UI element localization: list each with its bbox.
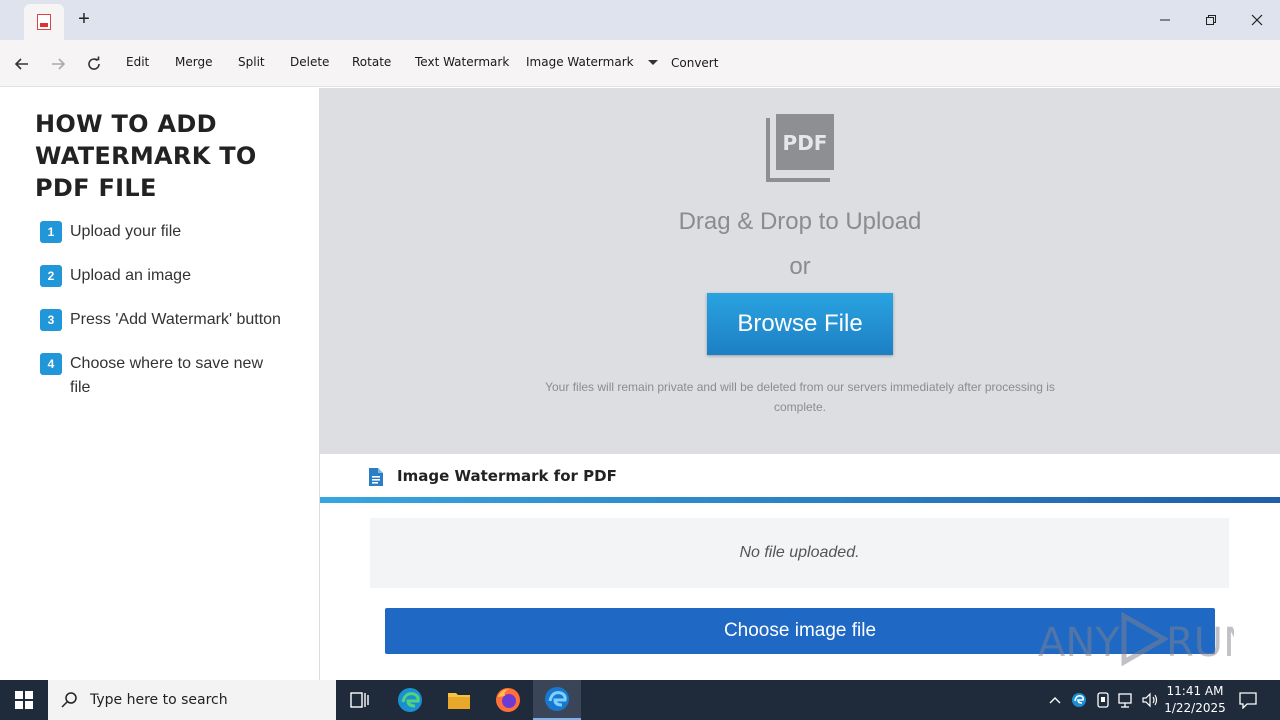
svg-text:RUN: RUN bbox=[1166, 620, 1234, 666]
menu-convert[interactable]: Convert bbox=[671, 55, 718, 71]
convert-dropdown-caret-icon[interactable] bbox=[648, 60, 658, 65]
forward-arrow-icon[interactable] bbox=[47, 53, 69, 75]
step-number-badge: 2 bbox=[40, 265, 62, 287]
svg-text:PDF: PDF bbox=[783, 131, 828, 155]
step-text: Choose where to save new file bbox=[70, 355, 263, 396]
browser-titlebar: + bbox=[0, 0, 1280, 40]
step-text: Press 'Add Watermark' button bbox=[70, 311, 281, 328]
menu-edit[interactable]: Edit bbox=[126, 54, 149, 70]
step-item: 1 Upload your file bbox=[40, 220, 285, 244]
file-status: No file uploaded. bbox=[370, 518, 1229, 588]
reload-icon[interactable] bbox=[83, 53, 105, 75]
edge-active-app-icon[interactable] bbox=[533, 680, 581, 720]
step-item: 3 Press 'Add Watermark' button bbox=[40, 308, 285, 332]
or-text: or bbox=[789, 253, 811, 280]
system-clock[interactable]: 11:41 AM 1/22/2025 bbox=[1162, 683, 1228, 717]
step-item: 2 Upload an image bbox=[40, 264, 285, 288]
instructions-panel: HOW TO ADD WATERMARK TO PDF FILE 1 Uploa… bbox=[0, 88, 320, 680]
document-icon bbox=[369, 468, 383, 486]
search-icon bbox=[61, 692, 77, 708]
menu-rotate[interactable]: Rotate bbox=[352, 54, 391, 70]
menu-delete[interactable]: Delete bbox=[290, 54, 329, 70]
step-item: 4 Choose where to save new file bbox=[40, 352, 285, 400]
anyrun-logo: ANY RUN bbox=[1038, 606, 1234, 672]
device-tray-icon[interactable] bbox=[1092, 680, 1114, 720]
windows-start-icon[interactable] bbox=[0, 680, 48, 720]
browse-file-button[interactable]: Browse File bbox=[707, 293, 893, 355]
step-number-badge: 4 bbox=[40, 353, 62, 375]
pdf-file-icon: PDF bbox=[766, 114, 834, 182]
firefox-icon[interactable] bbox=[484, 680, 532, 720]
menu-split[interactable]: Split bbox=[238, 54, 265, 70]
new-tab-icon[interactable]: + bbox=[74, 8, 94, 32]
drag-drop-text: Drag & Drop to Upload bbox=[678, 208, 922, 235]
edge-browser-icon[interactable] bbox=[386, 680, 434, 720]
browser-tab[interactable] bbox=[24, 4, 64, 40]
app-toolbar: Edit Merge Split Delete Rotate Text Wate… bbox=[0, 40, 1280, 87]
clock-time: 11:41 AM bbox=[1166, 684, 1224, 698]
close-icon[interactable] bbox=[1242, 6, 1272, 34]
volume-icon[interactable] bbox=[1140, 680, 1162, 720]
restore-icon[interactable] bbox=[1196, 6, 1226, 34]
clock-date: 1/22/2025 bbox=[1164, 701, 1226, 715]
section-title: Image Watermark for PDF bbox=[397, 467, 617, 485]
notification-icon[interactable] bbox=[1234, 680, 1262, 720]
menu-image-watermark[interactable]: Image Watermark bbox=[526, 54, 634, 70]
network-icon[interactable] bbox=[1116, 680, 1138, 720]
section-header: Image Watermark for PDF bbox=[320, 454, 1280, 498]
upload-dropzone[interactable]: PDF Drag & Drop to Upload or Browse File… bbox=[320, 88, 1280, 454]
privacy-notice: Your files will remain private and will … bbox=[545, 380, 1055, 414]
search-placeholder: Type here to search bbox=[90, 692, 228, 708]
back-arrow-icon[interactable] bbox=[11, 53, 33, 75]
file-explorer-icon[interactable] bbox=[435, 680, 483, 720]
step-number-badge: 1 bbox=[40, 221, 62, 243]
edge-tray-icon[interactable] bbox=[1068, 680, 1090, 720]
step-number-badge: 3 bbox=[40, 309, 62, 331]
menu-text-watermark[interactable]: Text Watermark bbox=[415, 54, 509, 70]
minimize-icon[interactable] bbox=[1150, 6, 1180, 34]
instructions-heading: HOW TO ADD WATERMARK TO PDF FILE bbox=[35, 110, 257, 202]
taskbar-search-box[interactable]: Type here to search bbox=[48, 680, 336, 720]
pdf-favicon-icon bbox=[37, 14, 51, 30]
chevron-up-icon[interactable] bbox=[1044, 680, 1066, 720]
step-text: Upload an image bbox=[70, 267, 191, 284]
windows-taskbar: Type here to search 11:41 AM 1/22/2025 bbox=[0, 680, 1280, 720]
task-view-icon[interactable] bbox=[336, 680, 384, 720]
svg-text:ANY: ANY bbox=[1038, 620, 1120, 666]
menu-merge[interactable]: Merge bbox=[175, 54, 212, 70]
step-text: Upload your file bbox=[70, 223, 182, 240]
